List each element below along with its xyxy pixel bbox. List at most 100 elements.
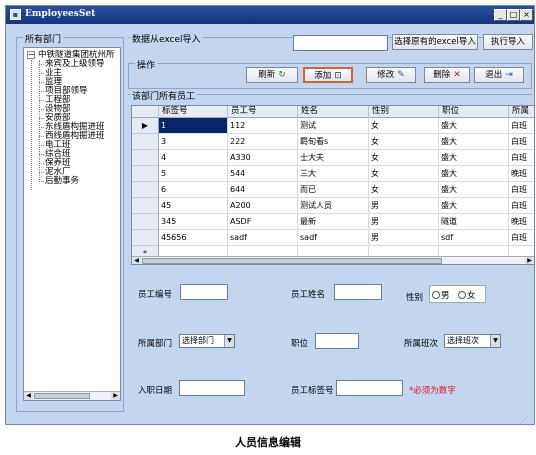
table-cell[interactable]: A200 [228,198,298,214]
grid-column-header[interactable]: 员工号 [228,106,298,118]
table-cell[interactable]: 白班 [509,118,534,134]
employee-grid[interactable]: 标签号 员工号 姓名 性别 职位 所属 ▶ 1 112 测试女盛大 白班 3 222 羁旬看s 女盛大 白班 4… [131,105,534,265]
table-cell[interactable]: 羁旬看s [298,134,369,150]
scroll-thumb[interactable] [34,393,90,399]
table-cell[interactable]: 三大 [298,166,369,182]
row-header[interactable] [132,150,159,166]
table-cell[interactable]: 6 [159,182,228,198]
row-header[interactable] [132,230,159,246]
add-button[interactable]: 添加 ⊡ [303,67,353,83]
grid-scroll-thumb[interactable] [142,258,442,264]
grid-scroll-right-icon[interactable]: ▶ [525,257,534,264]
current-row-marker[interactable]: ▶ [132,118,159,134]
table-cell[interactable]: 盛大 [439,198,509,214]
table-cell[interactable]: 544 [228,166,298,182]
table-cell[interactable]: 644 [228,182,298,198]
grid-column-header[interactable]: 性别 [369,106,439,118]
tree-hscrollbar[interactable]: ◀ ▶ [24,391,120,400]
table-cell[interactable]: 而已 [298,182,369,198]
row-header[interactable] [132,182,159,198]
table-cell[interactable]: 晚班 [509,214,534,230]
chevron-down-icon[interactable]: ▼ [224,335,234,347]
maximize-button[interactable]: □ [507,9,520,21]
table-cell[interactable]: 女 [369,134,439,150]
table-cell[interactable]: 45656 [159,230,228,246]
tree-line [31,60,32,190]
row-header[interactable] [132,198,159,214]
table-cell[interactable]: 345 [159,214,228,230]
table-cell[interactable]: 3 [159,134,228,150]
chevron-down-icon[interactable]: ▼ [490,335,500,347]
table-cell[interactable]: 最新 [298,214,369,230]
collapse-icon[interactable]: − [27,51,35,59]
table-cell[interactable]: 盛大 [439,150,509,166]
table-cell[interactable]: 士大夫 [298,150,369,166]
table-cell[interactable]: 白班 [509,134,534,150]
table-cell[interactable]: A330 [228,150,298,166]
grid-column-header[interactable]: 所属 [509,106,534,118]
excel-path-input[interactable] [293,35,388,51]
table-cell[interactable]: sadf [228,230,298,246]
emp-name-input[interactable] [334,284,382,300]
table-cell[interactable]: 女 [369,150,439,166]
close-button[interactable]: × [520,9,533,21]
table-cell[interactable]: 晚班 [509,166,534,182]
male-radio[interactable] [432,291,440,299]
table-cell[interactable]: 女 [369,182,439,198]
emp-no-input[interactable] [180,284,228,300]
table-cell[interactable]: 测试 [298,118,369,134]
table-cell[interactable]: 女 [369,166,439,182]
grid-column-header[interactable]: 姓名 [298,106,369,118]
table-cell[interactable]: 盛大 [439,134,509,150]
table-cell[interactable]: 5 [159,166,228,182]
join-date-input[interactable] [179,380,245,396]
table-cell[interactable]: 男 [369,214,439,230]
table-cell[interactable]: 222 [228,134,298,150]
table-cell[interactable]: 白班 [509,198,534,214]
choose-excel-button[interactable]: 选择原有的excel导入 [392,34,478,50]
delete-button[interactable]: 删除 ✕ [424,67,470,83]
table-cell[interactable]: 女 [369,118,439,134]
tree-item[interactable]: 后勤事务 [45,177,79,186]
exit-button[interactable]: 退出 ⇥ [474,67,524,83]
table-cell[interactable]: 白班 [509,150,534,166]
row-header[interactable] [132,166,159,182]
grid-column-header[interactable]: 职位 [439,106,509,118]
table-cell[interactable]: 112 [228,118,298,134]
grid-hscrollbar[interactable]: ◀ ▶ [132,256,534,264]
execute-import-button[interactable]: 执行导入 [483,34,533,50]
scroll-right-icon[interactable]: ▶ [111,392,120,400]
shift-select[interactable]: 选择班次 ▼ [444,334,501,348]
row-header[interactable] [132,134,159,150]
table-cell[interactable]: sdf [439,230,509,246]
table-cell[interactable]: 4 [159,150,228,166]
dept-select[interactable]: 选择部门 ▼ [179,334,235,348]
gender-male-option[interactable]: 男 [432,289,450,301]
table-cell[interactable]: 45 [159,198,228,214]
table-cell[interactable]: sadf [298,230,369,246]
scroll-left-icon[interactable]: ◀ [24,392,33,400]
table-cell[interactable]: 1 [159,118,228,134]
minimize-button[interactable]: _ [494,9,507,21]
table-cell[interactable]: 测试人员 [298,198,369,214]
table-cell[interactable]: 盛大 [439,166,509,182]
gender-female-option[interactable]: 女 [458,289,476,301]
table-cell[interactable]: 白班 [509,230,534,246]
tag-input[interactable] [336,380,403,396]
edit-button[interactable]: 修改 ✎ [366,67,416,83]
row-header[interactable] [132,214,159,230]
table-cell[interactable]: 隧道 [439,214,509,230]
female-radio[interactable] [458,291,466,299]
table-cell[interactable]: 男 [369,230,439,246]
table-cell[interactable]: 盛大 [439,118,509,134]
grid-column-header[interactable]: 标签号 [159,106,228,118]
table-cell[interactable]: 盛大 [439,182,509,198]
position-input[interactable] [315,333,359,349]
table-cell[interactable]: 男 [369,198,439,214]
table-cell[interactable]: 白班 [509,182,534,198]
resize-grip-icon[interactable]: ⋰ [521,414,529,423]
refresh-button[interactable]: 刷新 ↻ [246,67,298,83]
grid-scroll-left-icon[interactable]: ◀ [132,257,141,264]
table-cell[interactable]: ASDF [228,214,298,230]
department-tree[interactable]: − 中铁隧道集团杭州所 来宾及上级领导 业主 监理 项目部领导 工程部 设物部 安质部 东线盾… [23,47,121,401]
